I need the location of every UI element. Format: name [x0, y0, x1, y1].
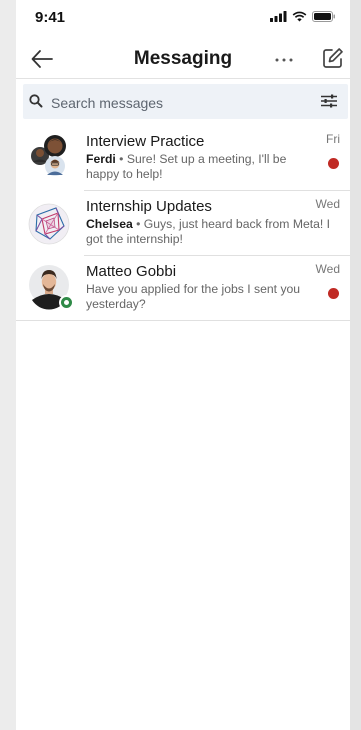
header: Messaging	[16, 40, 350, 79]
filter-sliders-icon[interactable]	[320, 94, 338, 108]
search-bar	[23, 84, 348, 121]
conversation-time: Wed	[315, 197, 340, 211]
conversation-time: Wed	[315, 262, 340, 276]
message-text: Have you applied for the jobs I sent you…	[86, 282, 301, 311]
sender-name: Chelsea	[86, 217, 133, 231]
divider	[84, 190, 350, 191]
battery-icon	[312, 11, 335, 22]
conversation-name: Interview Practice	[86, 133, 205, 150]
conversation-time: Fri	[326, 132, 340, 146]
group-avatar-image	[28, 203, 70, 245]
divider	[16, 320, 350, 321]
more-options-icon[interactable]	[272, 48, 296, 70]
conversation-item[interactable]: Matteo Gobbi Wed Have you applied for th…	[16, 257, 350, 321]
status-icons	[270, 11, 336, 22]
unread-indicator	[328, 288, 339, 299]
sender-separator: •	[115, 152, 127, 166]
online-status-indicator	[59, 295, 74, 310]
status-time: 9:41	[35, 9, 66, 26]
conversation-name: Internship Updates	[86, 198, 212, 215]
message-preview: Have you applied for the jobs I sent you…	[86, 282, 310, 312]
conversation-item[interactable]: Interview Practice Fri Ferdi • Sure! Set…	[16, 127, 350, 191]
message-preview: Chelsea • Guys, just heard back from Met…	[86, 217, 336, 247]
divider	[84, 255, 350, 256]
page-title: Messaging	[133, 48, 233, 69]
scroll-gutter	[350, 0, 361, 730]
search-input[interactable]	[49, 84, 313, 121]
wifi-icon	[292, 11, 307, 22]
group-avatar	[28, 199, 74, 245]
compose-icon[interactable]	[322, 47, 344, 69]
search-icon	[29, 94, 43, 108]
conversation-name: Matteo Gobbi	[86, 263, 177, 280]
avatar	[28, 264, 74, 310]
sender-separator: •	[132, 217, 144, 231]
conversation-item[interactable]: Internship Updates Wed Chelsea • Guys, j…	[16, 192, 350, 256]
messaging-screen: 9:41 Messaging Search messages Interview…	[16, 0, 350, 730]
signal-icon	[270, 11, 287, 22]
message-preview: Ferdi • Sure! Set up a meeting, I'll be …	[86, 152, 310, 182]
status-bar: 9:41	[16, 0, 350, 34]
sender-name: Ferdi	[86, 152, 116, 166]
group-avatar	[28, 134, 74, 180]
group-avatar-image	[31, 135, 66, 176]
unread-indicator	[328, 158, 339, 169]
